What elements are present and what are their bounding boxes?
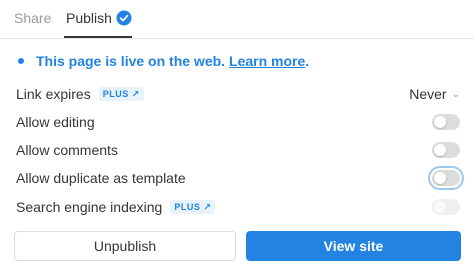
tab-publish-label: Publish [66,10,112,26]
view-site-button[interactable]: View site [246,231,461,261]
search-indexing-row: Search engine indexing PLUS ↗ [16,196,460,218]
plus-badge-label: PLUS [174,202,201,212]
allow-comments-toggle[interactable] [432,142,460,158]
verified-check-icon [116,10,132,26]
live-status-text: This page is live on the web. [36,53,226,69]
allow-duplicate-toggle[interactable] [432,170,460,186]
allow-comments-row: Allow comments [16,139,460,161]
tab-publish[interactable]: Publish [66,8,132,28]
live-status-banner: This page is live on the web. Learn more… [18,52,309,70]
arrow-up-right-icon: ↗ [131,88,140,99]
toggle-knob [434,116,446,128]
search-indexing-toggle[interactable] [432,199,460,215]
allow-duplicate-row: Allow duplicate as template [16,167,460,189]
plus-badge-label: PLUS [102,89,129,99]
allow-comments-label: Allow comments [16,142,118,158]
toggle-knob [434,201,446,213]
allow-editing-toggle[interactable] [432,114,460,130]
arrow-up-right-icon: ↗ [203,201,212,212]
plus-badge[interactable]: PLUS ↗ [98,87,144,101]
allow-editing-label: Allow editing [16,114,95,130]
allow-editing-row: Allow editing [16,111,460,133]
toggle-knob [434,144,446,156]
live-status-suffix: . [305,53,310,69]
learn-more-link[interactable]: Learn more [229,53,305,69]
chevron-down-icon: ⌄ [451,88,460,100]
plus-badge[interactable]: PLUS ↗ [170,200,216,214]
active-tab-indicator [64,36,132,38]
link-expires-label: Link expires [16,86,91,102]
link-expires-row: Link expires PLUS ↗ Never ⌄ [16,83,460,105]
search-indexing-label: Search engine indexing [16,199,163,215]
tab-bar: Share Publish [0,0,474,39]
link-expires-select[interactable]: Never ⌄ [409,86,460,102]
toggle-knob [434,172,446,184]
tab-share[interactable]: Share [14,8,51,28]
allow-duplicate-label: Allow duplicate as template [16,170,186,186]
link-expires-value: Never [409,86,447,102]
live-dot-icon [18,58,24,64]
unpublish-button[interactable]: Unpublish [14,231,236,261]
